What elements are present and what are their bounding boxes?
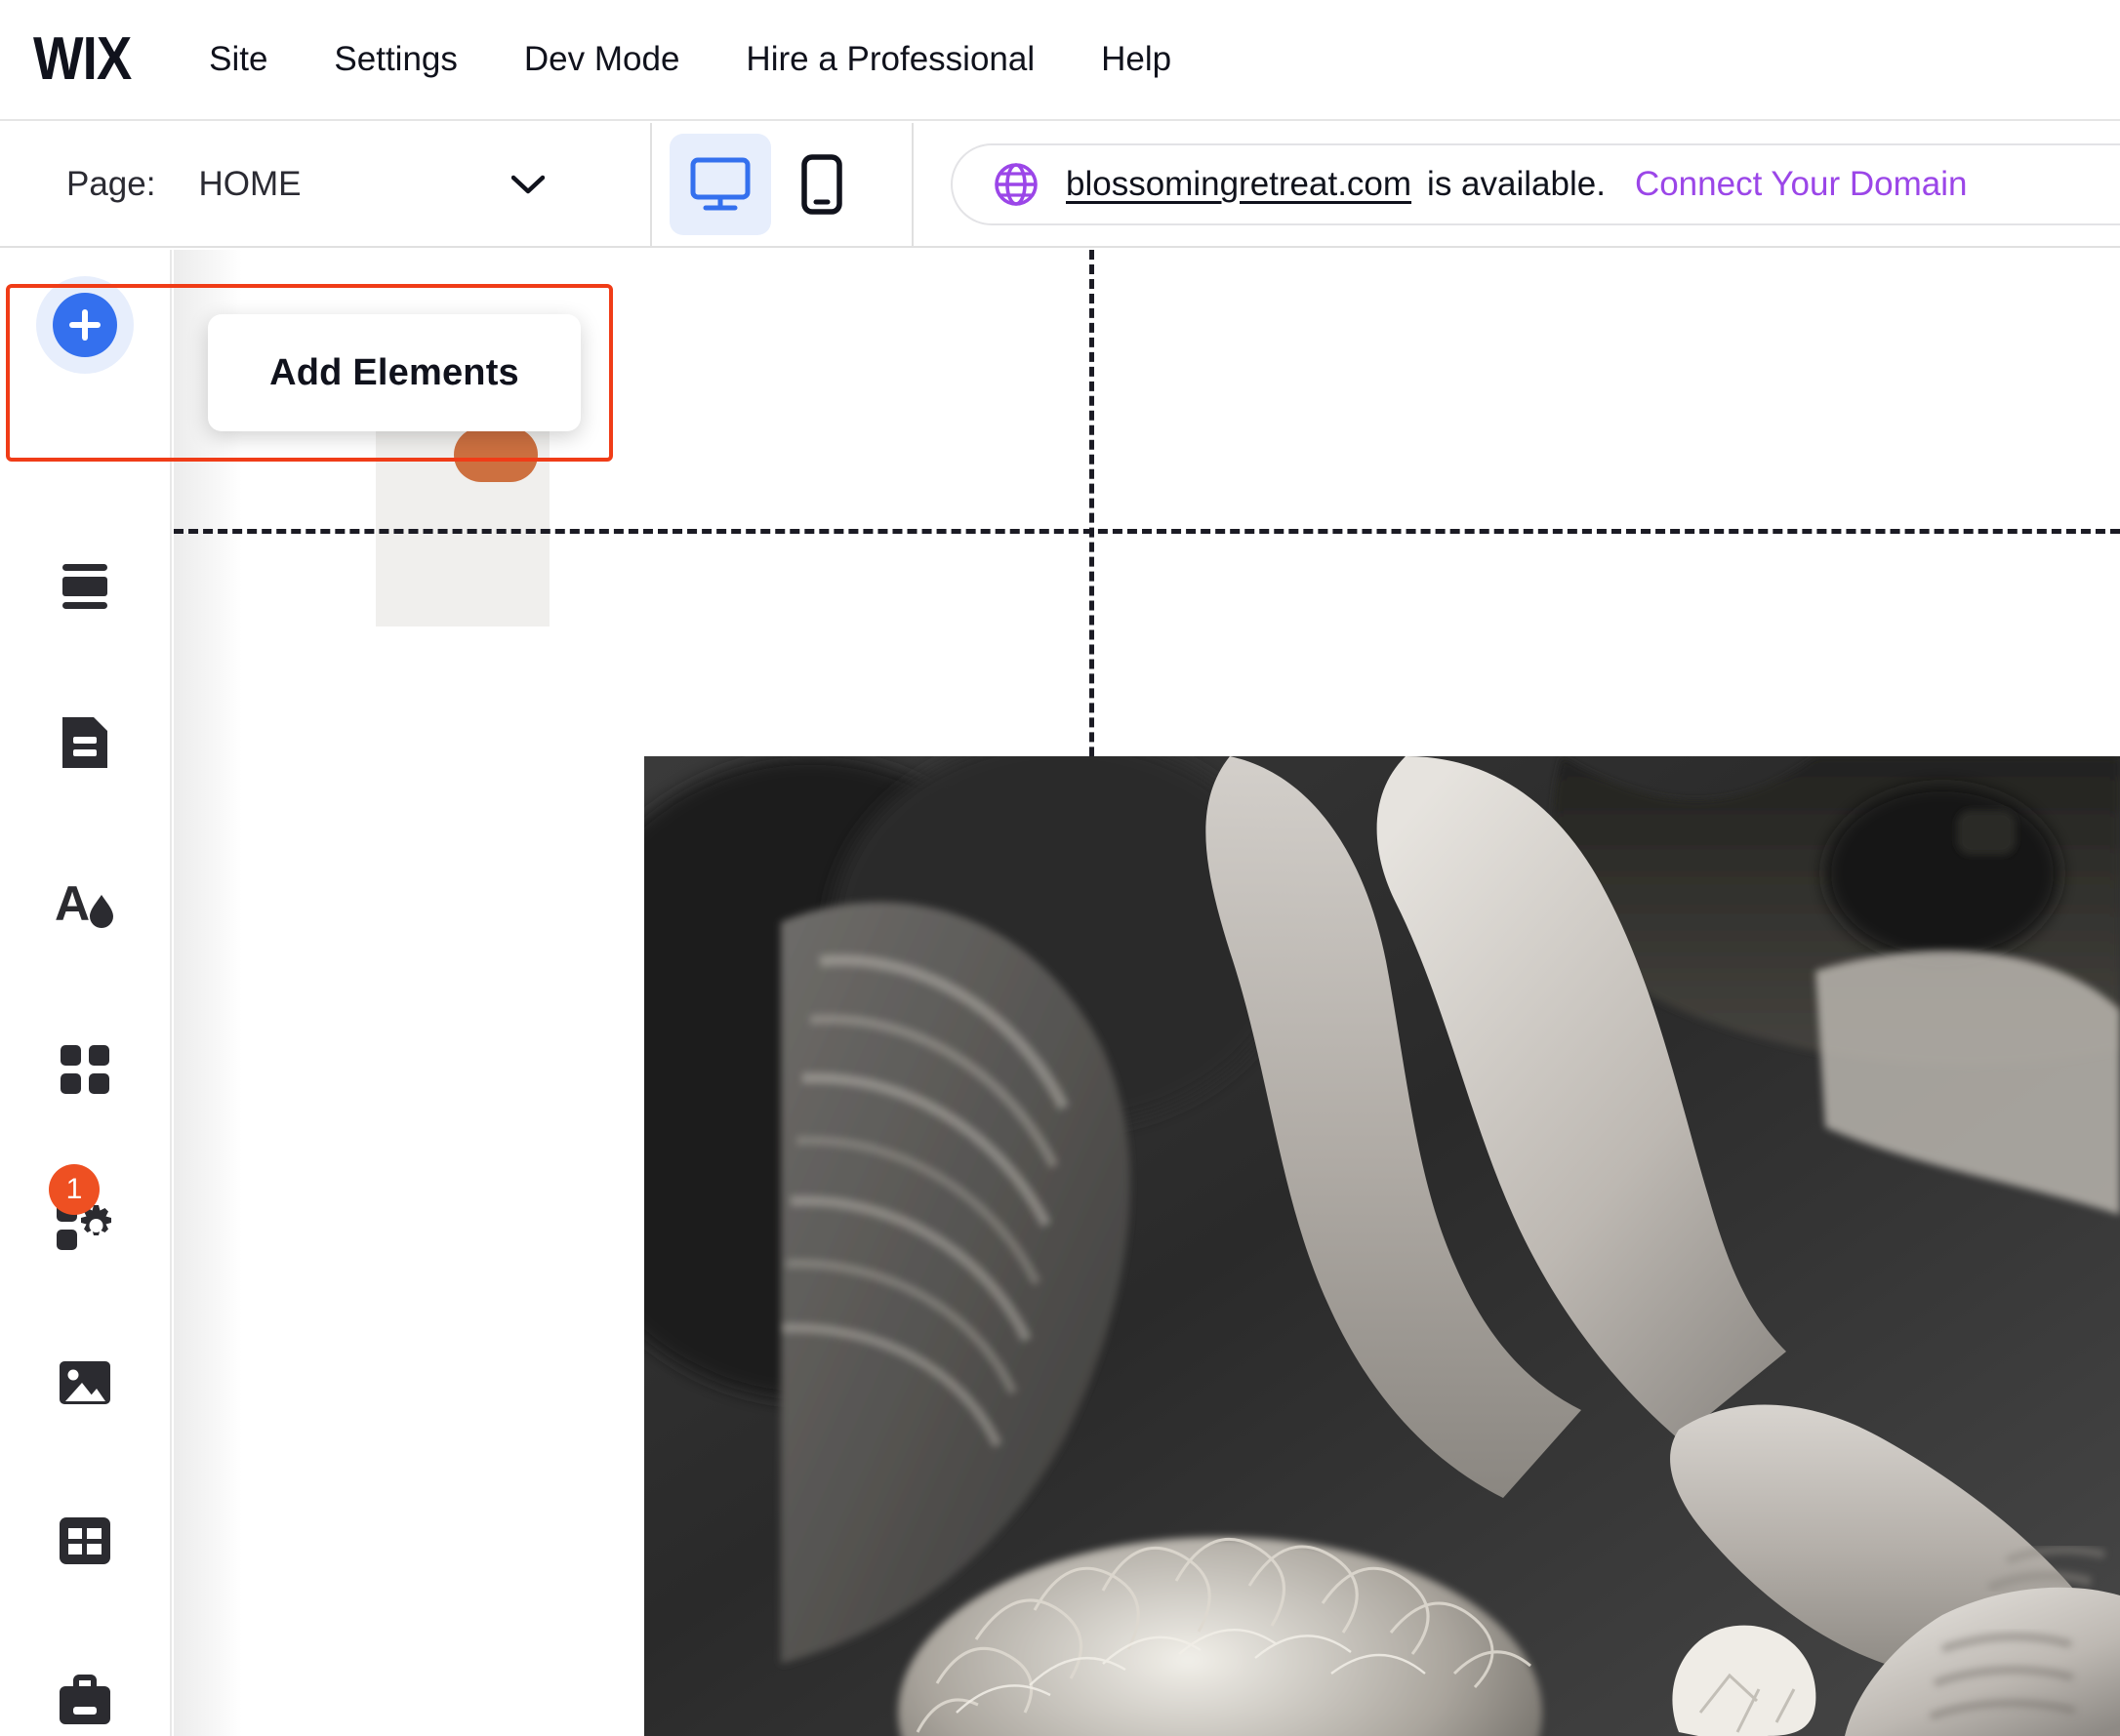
- editor-canvas[interactable]: [174, 250, 2120, 1736]
- hero-photo[interactable]: [644, 756, 2120, 1736]
- sidebar-item-content-manager[interactable]: [0, 1487, 170, 1595]
- plus-glyph: [69, 309, 101, 341]
- menu-item-help[interactable]: Help: [1101, 40, 1171, 79]
- page-current-value: HOME: [198, 165, 302, 203]
- canvas-orange-shape: [454, 427, 538, 482]
- sidebar-item-apps[interactable]: [0, 1016, 170, 1123]
- hero-photo-graphic: [644, 756, 2120, 1736]
- guide-line-horizontal: [174, 529, 2120, 534]
- svg-text:A: A: [55, 876, 90, 931]
- apps-grid-icon: [57, 1041, 113, 1098]
- device-toggle-mobile[interactable]: [771, 134, 873, 235]
- sidebar-item-my-apps[interactable]: 1: [0, 1164, 170, 1279]
- top-menu-bar: WIX Site Settings Dev Mode Hire a Profes…: [0, 0, 2120, 121]
- sidebar-item-media[interactable]: [0, 1330, 170, 1437]
- chevron-down-icon[interactable]: [511, 175, 545, 194]
- wix-editor-window: WIX Site Settings Dev Mode Hire a Profes…: [0, 0, 2120, 1736]
- device-toggle-group: [652, 123, 914, 246]
- device-toggle-desktop[interactable]: [670, 134, 771, 235]
- page-selector[interactable]: Page: HOME: [0, 123, 652, 246]
- add-elements-flyout[interactable]: Add Elements: [208, 314, 581, 431]
- theme-design-icon: A: [53, 871, 117, 932]
- mobile-phone-icon: [801, 154, 842, 215]
- domain-availability-bar: blossomingretreat.com is available. Conn…: [951, 143, 2120, 225]
- globe-icon: [995, 163, 1038, 206]
- sidebar-item-pages-menu[interactable]: [0, 689, 170, 796]
- editor-toolbar: Page: HOME blossomingretreat.com is avai…: [0, 123, 2120, 248]
- my-apps-badge: 1: [49, 1164, 100, 1215]
- menu-item-dev-mode[interactable]: Dev Mode: [524, 40, 680, 79]
- menu-item-hire-a-professional[interactable]: Hire a Professional: [746, 40, 1035, 79]
- add-elements-button[interactable]: [36, 276, 134, 374]
- content-table-icon: [57, 1514, 113, 1567]
- domain-availability-status: is available.: [1427, 165, 1606, 203]
- domain-name-link[interactable]: blossomingretreat.com: [1066, 165, 1411, 204]
- canvas-left-gutter: [174, 250, 242, 1736]
- menu-item-settings[interactable]: Settings: [334, 40, 457, 79]
- connect-domain-link[interactable]: Connect Your Domain: [1635, 165, 1968, 204]
- sidebar-item-business-tools[interactable]: [0, 1647, 170, 1736]
- desktop-monitor-icon: [690, 157, 751, 211]
- sidebar-item-add-elements[interactable]: [0, 271, 170, 379]
- apps-settings-icon: 1: [49, 1164, 115, 1254]
- sections-icon: [55, 556, 115, 617]
- briefcase-icon: [57, 1675, 113, 1727]
- page-document-icon: [58, 712, 112, 773]
- add-elements-flyout-title: Add Elements: [269, 351, 519, 393]
- image-icon: [57, 1357, 113, 1410]
- wix-logo[interactable]: WIX: [33, 29, 132, 90]
- page-label: Page:: [66, 165, 156, 203]
- sidebar-item-site-design[interactable]: A: [0, 848, 170, 955]
- left-sidebar: A 1: [0, 250, 172, 1736]
- sidebar-item-add-section[interactable]: [0, 533, 170, 640]
- plus-icon: [53, 293, 117, 357]
- menu-item-site[interactable]: Site: [209, 40, 267, 79]
